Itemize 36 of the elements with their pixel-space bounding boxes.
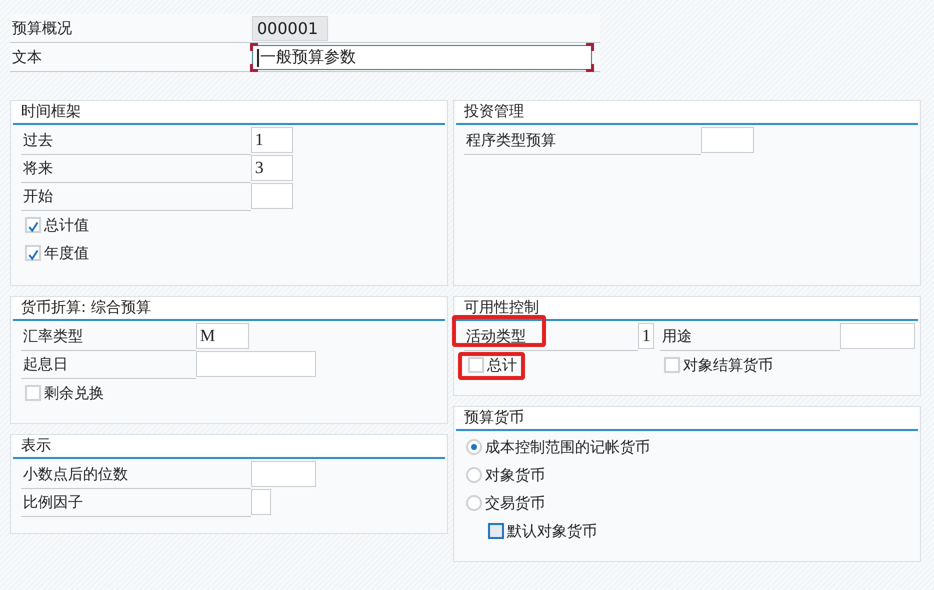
input-field[interactable]: 1 <box>251 127 293 153</box>
checkbox-label: 剩余兑换 <box>44 384 104 402</box>
input-field[interactable]: 1 <box>638 323 654 349</box>
input-field[interactable]: M <box>196 323 249 349</box>
checkbox[interactable] <box>488 523 504 539</box>
field-label: 预算概况 <box>11 18 73 38</box>
checkbox-label: 年度值 <box>44 244 89 262</box>
radio-label: 对象货币 <box>485 466 545 484</box>
group-title: 表示 <box>13 435 445 459</box>
radio-button[interactable] <box>466 467 482 483</box>
group-title: 时间框架 <box>13 101 445 125</box>
group-title: 可用性控制 <box>456 297 918 321</box>
field-label: 比例因子 <box>21 489 251 517</box>
radio-button[interactable] <box>466 495 482 511</box>
radio-label: 交易货币 <box>485 494 545 512</box>
field-label: 文本 <box>11 46 43 68</box>
input-field[interactable] <box>196 351 316 377</box>
checkbox-label: 总计值 <box>44 216 89 234</box>
radio-button[interactable] <box>466 439 482 455</box>
input-field[interactable] <box>840 323 915 349</box>
group-title: 预算货币 <box>456 407 918 431</box>
checkbox-label: 默认对象货币 <box>507 522 597 540</box>
input-field[interactable] <box>251 461 316 487</box>
checkbox-label: 总计 <box>487 356 517 374</box>
radio-label: 成本控制范围的记帐货币 <box>485 438 650 456</box>
group-title: 货币折算: 综合预算 <box>13 297 445 321</box>
input-field[interactable]: 一般预算参数 <box>252 45 592 70</box>
input-field[interactable]: 3 <box>251 155 293 181</box>
checkbox-label: 对象结算货币 <box>683 356 773 374</box>
field-label: 开始 <box>21 183 251 211</box>
field-label: 程序类型预算 <box>464 127 701 155</box>
input-field[interactable]: 000001 <box>252 16 328 41</box>
input-field[interactable] <box>701 127 754 153</box>
group-title: 投资管理 <box>456 101 918 125</box>
input-field[interactable] <box>251 489 271 515</box>
input-field[interactable] <box>251 183 293 209</box>
